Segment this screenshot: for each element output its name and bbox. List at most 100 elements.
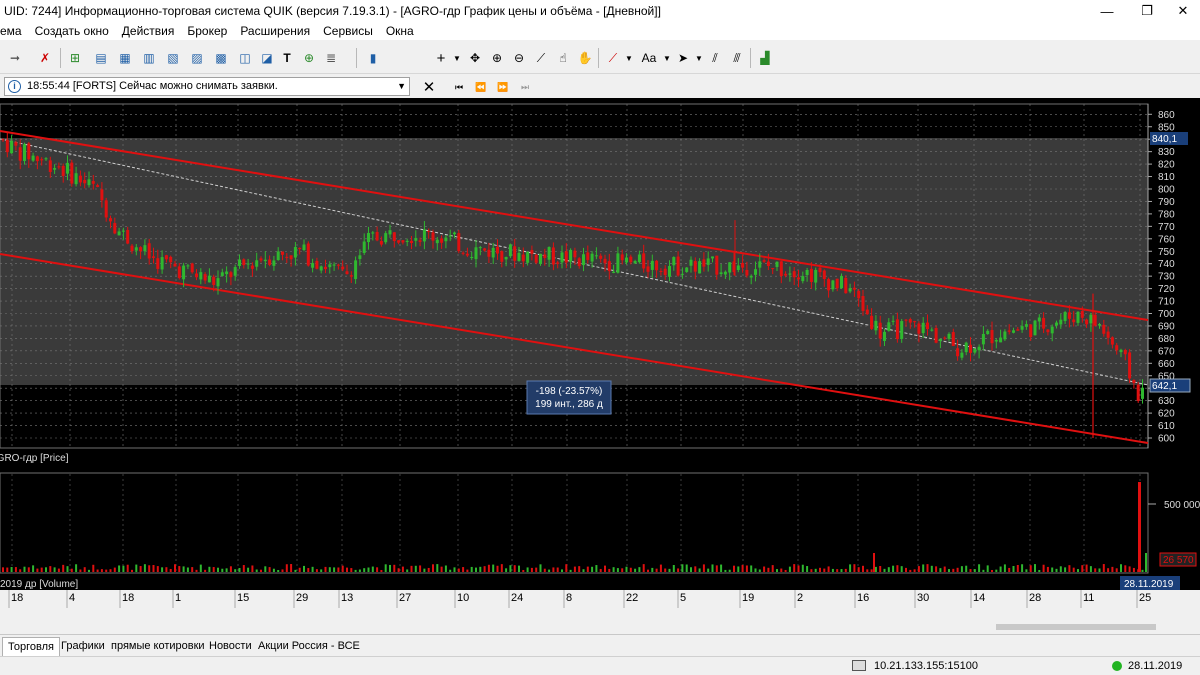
volume-bar (341, 565, 344, 572)
orders-icon[interactable]: ▥ (140, 49, 158, 67)
month-label: Jul (532, 607, 546, 608)
candle (513, 246, 517, 261)
volume-bar (6, 567, 9, 572)
volume-bar (659, 564, 662, 572)
prev-message-icon[interactable]: ⏪ (472, 78, 490, 96)
status-date: 28.11.2019 (1128, 660, 1183, 672)
volume-bar (573, 566, 576, 572)
menu-windows[interactable]: Окна (380, 24, 421, 38)
close-icon[interactable]: ✕ (420, 78, 438, 96)
candle (964, 342, 968, 353)
candle (908, 319, 912, 323)
volume-bar (238, 567, 241, 572)
date-tag: 28.11.2019 (1124, 579, 1174, 590)
accounts-icon[interactable]: ◪ (258, 49, 276, 67)
volume-bar (873, 553, 875, 572)
volume-bar (552, 567, 555, 572)
volume-bar (83, 567, 86, 572)
volume-bar (922, 564, 925, 572)
volume-bar (285, 564, 288, 572)
chart-add-icon[interactable]: ⊕ (300, 49, 318, 67)
candle (749, 275, 753, 278)
table-icon[interactable]: ▤ (92, 49, 110, 67)
news-icon[interactable]: ≣ (322, 49, 340, 67)
tab-direct-quotes[interactable]: прямые котировки (106, 637, 210, 657)
chart-bars-icon[interactable]: ▮ (364, 49, 382, 67)
candle (285, 256, 289, 258)
day-label: 13 (341, 592, 353, 604)
candle (947, 333, 951, 339)
text-tool-icon[interactable]: T (278, 49, 296, 67)
zoom-out-icon[interactable]: ⊖ (510, 49, 528, 67)
volume-bar (651, 567, 654, 572)
tab-russia-stocks[interactable]: Акции Россия - ВСЕ (253, 637, 365, 657)
cancel-order-icon[interactable]: ✗ (36, 49, 54, 67)
volume-bar (827, 566, 830, 572)
chevron-down-icon[interactable]: ▼ (448, 49, 466, 67)
quotes-icon[interactable]: ▦ (116, 49, 134, 67)
limits-icon[interactable]: ◫ (236, 49, 254, 67)
hand-icon[interactable]: ☝ (554, 49, 572, 67)
volume-bar (909, 569, 912, 572)
volume-bar (367, 567, 370, 572)
message-field[interactable]: 18:55:44 [FORTS] Сейчас можно снимать за… (4, 77, 410, 96)
menu-actions[interactable]: Действия (116, 24, 182, 38)
scroll-thumb[interactable] (996, 624, 1156, 630)
candle (1072, 319, 1076, 323)
chevron-down-icon[interactable]: ▼ (620, 49, 638, 67)
candle (956, 348, 960, 357)
menu-create-window[interactable]: Создать окно (29, 24, 116, 38)
volume-bar (186, 567, 189, 572)
candle (508, 244, 512, 257)
trades-icon[interactable]: ▧ (164, 49, 182, 67)
portfolio-icon[interactable]: ▨ (188, 49, 206, 67)
new-window-icon[interactable]: ⊞ (66, 49, 84, 67)
candle (1046, 329, 1050, 333)
candle (199, 272, 203, 280)
last-message-icon[interactable]: ⏭ (516, 78, 534, 96)
volume-bar (1034, 564, 1036, 572)
volume-bar (797, 565, 800, 572)
volume-bar (952, 568, 955, 572)
volume-bar (492, 564, 495, 572)
volume-bar (763, 566, 766, 572)
chart-window[interactable]: 6006106206306406506606706806907007107207… (0, 98, 1200, 619)
tab-charts[interactable]: Графики (56, 637, 110, 657)
menu-broker[interactable]: Брокер (181, 24, 234, 38)
candle (1016, 329, 1020, 331)
ruler-icon[interactable]: ⟋ (532, 49, 550, 67)
close-button[interactable]: ✕ (1160, 0, 1200, 22)
zoom-in-icon[interactable]: ⊕ (488, 49, 506, 67)
volume-bar (10, 567, 13, 572)
volume-bar (793, 564, 796, 572)
indicator-icon[interactable]: ▟ (756, 49, 774, 67)
candle (57, 166, 61, 168)
horizontal-scrollbar[interactable] (0, 620, 1200, 634)
candle (543, 254, 547, 258)
volume-bar (694, 566, 697, 572)
menu-extensions[interactable]: Расширения (234, 24, 317, 38)
arrow-icon[interactable]: ➞ (6, 49, 24, 67)
candle (560, 252, 564, 263)
volume-bar (698, 568, 701, 572)
tab-news[interactable]: Новости (204, 637, 257, 657)
delete-lines-icon[interactable]: ⫻ (728, 49, 746, 67)
menu-services[interactable]: Сервисы (317, 24, 380, 38)
next-message-icon[interactable]: ⏩ (494, 78, 512, 96)
volume-bar (926, 564, 929, 572)
candle (607, 261, 611, 272)
text-label-tool[interactable]: Aa (638, 49, 660, 67)
candle (478, 247, 482, 249)
hide-lines-icon[interactable]: ⫽ (706, 49, 724, 67)
candle (1007, 330, 1011, 332)
candle (883, 331, 886, 341)
pan-icon[interactable]: ✋ (576, 49, 594, 67)
first-message-icon[interactable]: ⏮ (450, 78, 468, 96)
chart-canvas[interactable]: 6006106206306406506606706806907007107207… (0, 98, 1200, 619)
tab-trading[interactable]: Торговля (2, 637, 60, 657)
move-icon[interactable]: ✥ (466, 49, 484, 67)
candle (1132, 380, 1136, 384)
menu-system[interactable]: ема (0, 24, 29, 38)
candle (779, 261, 783, 277)
positions-icon[interactable]: ▩ (212, 49, 230, 67)
